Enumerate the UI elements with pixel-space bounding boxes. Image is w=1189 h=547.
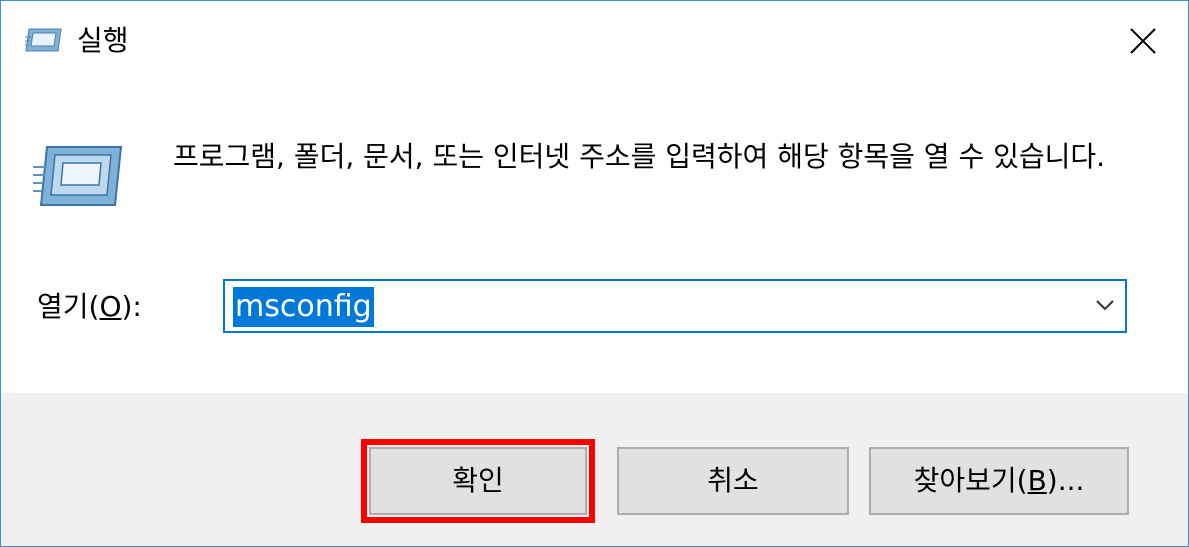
- close-button[interactable]: [1119, 19, 1167, 63]
- description-text: 프로그램, 폴더, 문서, 또는 인터넷 주소를 입력하여 해당 항목을 열 수…: [173, 140, 1106, 173]
- run-icon: [25, 25, 63, 53]
- window-title: 실행: [77, 24, 129, 57]
- open-label-mnemonic: O: [99, 290, 122, 323]
- cancel-button[interactable]: 취소: [617, 447, 849, 515]
- run-dialog: 실행 프로그램, 폴더, 문서, 또는 인터넷 주소를 입력하여 해당 항목을 …: [0, 0, 1189, 547]
- dropdown-button[interactable]: [1095, 297, 1115, 316]
- open-label-prefix: 열기(: [37, 290, 100, 323]
- chevron-down-icon: [1096, 300, 1114, 311]
- open-combobox[interactable]: msconfig: [223, 279, 1127, 333]
- title-bar[interactable]: 실행: [1, 1, 1188, 81]
- open-label-suffix: ):: [121, 290, 142, 323]
- button-bar: 확인 취소 찾아보기(B)...: [1, 393, 1188, 546]
- browse-button[interactable]: 찾아보기(B)...: [869, 447, 1129, 515]
- dialog-content: 프로그램, 폴더, 문서, 또는 인터넷 주소를 입력하여 해당 항목을 열 수…: [1, 81, 1188, 393]
- browse-label-prefix: 찾아보기(: [913, 464, 1028, 497]
- browse-label-mnemonic: B: [1027, 464, 1047, 497]
- browse-label-suffix: )...: [1046, 464, 1085, 497]
- ok-button-label: 확인: [452, 464, 504, 497]
- run-icon: [33, 141, 123, 211]
- ok-button[interactable]: 확인: [361, 439, 595, 523]
- open-input[interactable]: msconfig: [233, 287, 374, 327]
- open-label: 열기(O):: [37, 285, 142, 329]
- close-icon: [1130, 28, 1156, 54]
- cancel-button-label: 취소: [707, 464, 759, 497]
